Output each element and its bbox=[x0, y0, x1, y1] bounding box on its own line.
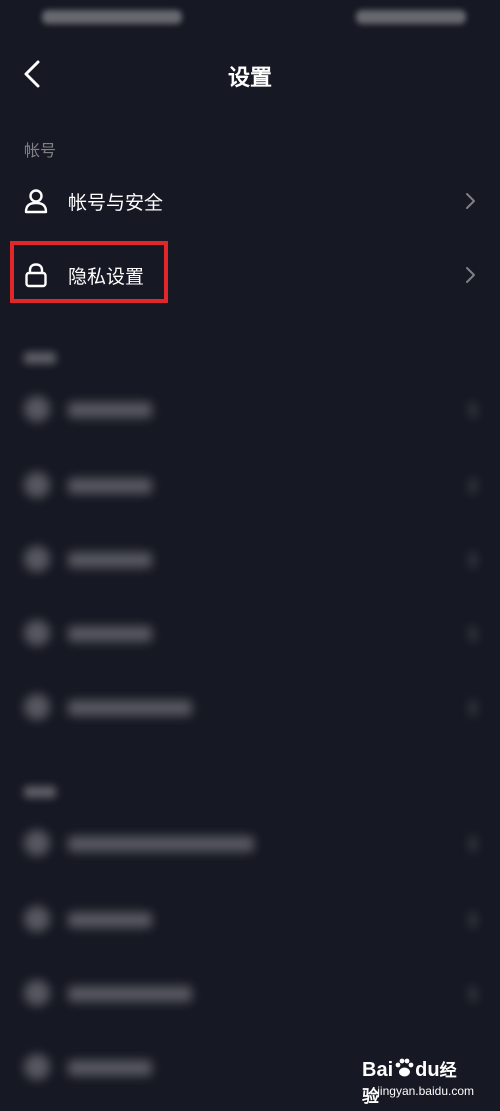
item-label-blurred bbox=[68, 626, 152, 642]
item-label-blurred bbox=[68, 700, 192, 716]
chevron-right-icon bbox=[470, 700, 476, 716]
chevron-right-icon bbox=[470, 912, 476, 928]
highlight-box bbox=[10, 241, 168, 303]
person-icon bbox=[24, 189, 48, 214]
item-label-blurred bbox=[68, 552, 152, 568]
item-icon-blurred bbox=[24, 830, 50, 856]
settings-item-blurred[interactable] bbox=[0, 962, 500, 1026]
item-icon-blurred bbox=[24, 620, 50, 646]
item-icon-blurred bbox=[24, 694, 50, 720]
status-bar bbox=[0, 0, 500, 40]
chevron-right-icon bbox=[470, 626, 476, 642]
section-label-account: 帐号 bbox=[24, 141, 57, 160]
settings-item-blurred[interactable] bbox=[0, 528, 500, 592]
settings-item-blurred[interactable] bbox=[0, 602, 500, 666]
item-icon-blurred bbox=[24, 1054, 50, 1080]
item-label-blurred bbox=[68, 402, 152, 418]
item-label-blurred bbox=[68, 1060, 152, 1076]
chevron-right-icon bbox=[470, 986, 476, 1002]
settings-item-label: 帐号与安全 bbox=[68, 192, 164, 214]
chevron-right-icon bbox=[470, 402, 476, 418]
chevron-right-icon bbox=[470, 478, 476, 494]
item-icon-blurred bbox=[24, 472, 50, 498]
item-label-blurred bbox=[68, 478, 152, 494]
section-label-blurred bbox=[24, 786, 56, 798]
status-carrier-blurred bbox=[42, 10, 182, 24]
chevron-right-icon bbox=[470, 836, 476, 852]
chevron-right-icon bbox=[470, 552, 476, 568]
baidu-jingyan-watermark: Bai du经验 jingyan.baidu.com bbox=[362, 1052, 482, 1108]
settings-item-blurred[interactable] bbox=[0, 888, 500, 952]
settings-item-blurred[interactable] bbox=[0, 812, 500, 876]
watermark-url: jingyan.baidu.com bbox=[377, 1084, 474, 1098]
section-label-blurred bbox=[24, 352, 56, 364]
item-icon-blurred bbox=[24, 980, 50, 1006]
chevron-right-icon bbox=[466, 267, 475, 283]
settings-item-account-security[interactable]: 帐号与安全 bbox=[0, 169, 500, 233]
item-icon-blurred bbox=[24, 396, 50, 422]
watermark-brand: Bai du经验 bbox=[362, 1056, 472, 1108]
nav-header: 设置 bbox=[0, 40, 500, 108]
settings-item-blurred[interactable] bbox=[0, 676, 500, 740]
watermark-du: du bbox=[415, 1059, 440, 1081]
paw-icon bbox=[395, 1058, 414, 1077]
item-icon-blurred bbox=[24, 906, 50, 932]
item-label-blurred bbox=[68, 912, 152, 928]
settings-item-blurred[interactable] bbox=[0, 378, 500, 442]
chevron-right-icon bbox=[466, 193, 475, 209]
watermark-bai: Bai bbox=[362, 1059, 394, 1081]
settings-item-blurred[interactable] bbox=[0, 454, 500, 518]
item-icon-blurred bbox=[24, 546, 50, 572]
status-battery-blurred bbox=[356, 10, 466, 24]
item-label-blurred bbox=[68, 836, 254, 852]
page-title: 设置 bbox=[227, 66, 272, 91]
item-label-blurred bbox=[68, 986, 192, 1002]
